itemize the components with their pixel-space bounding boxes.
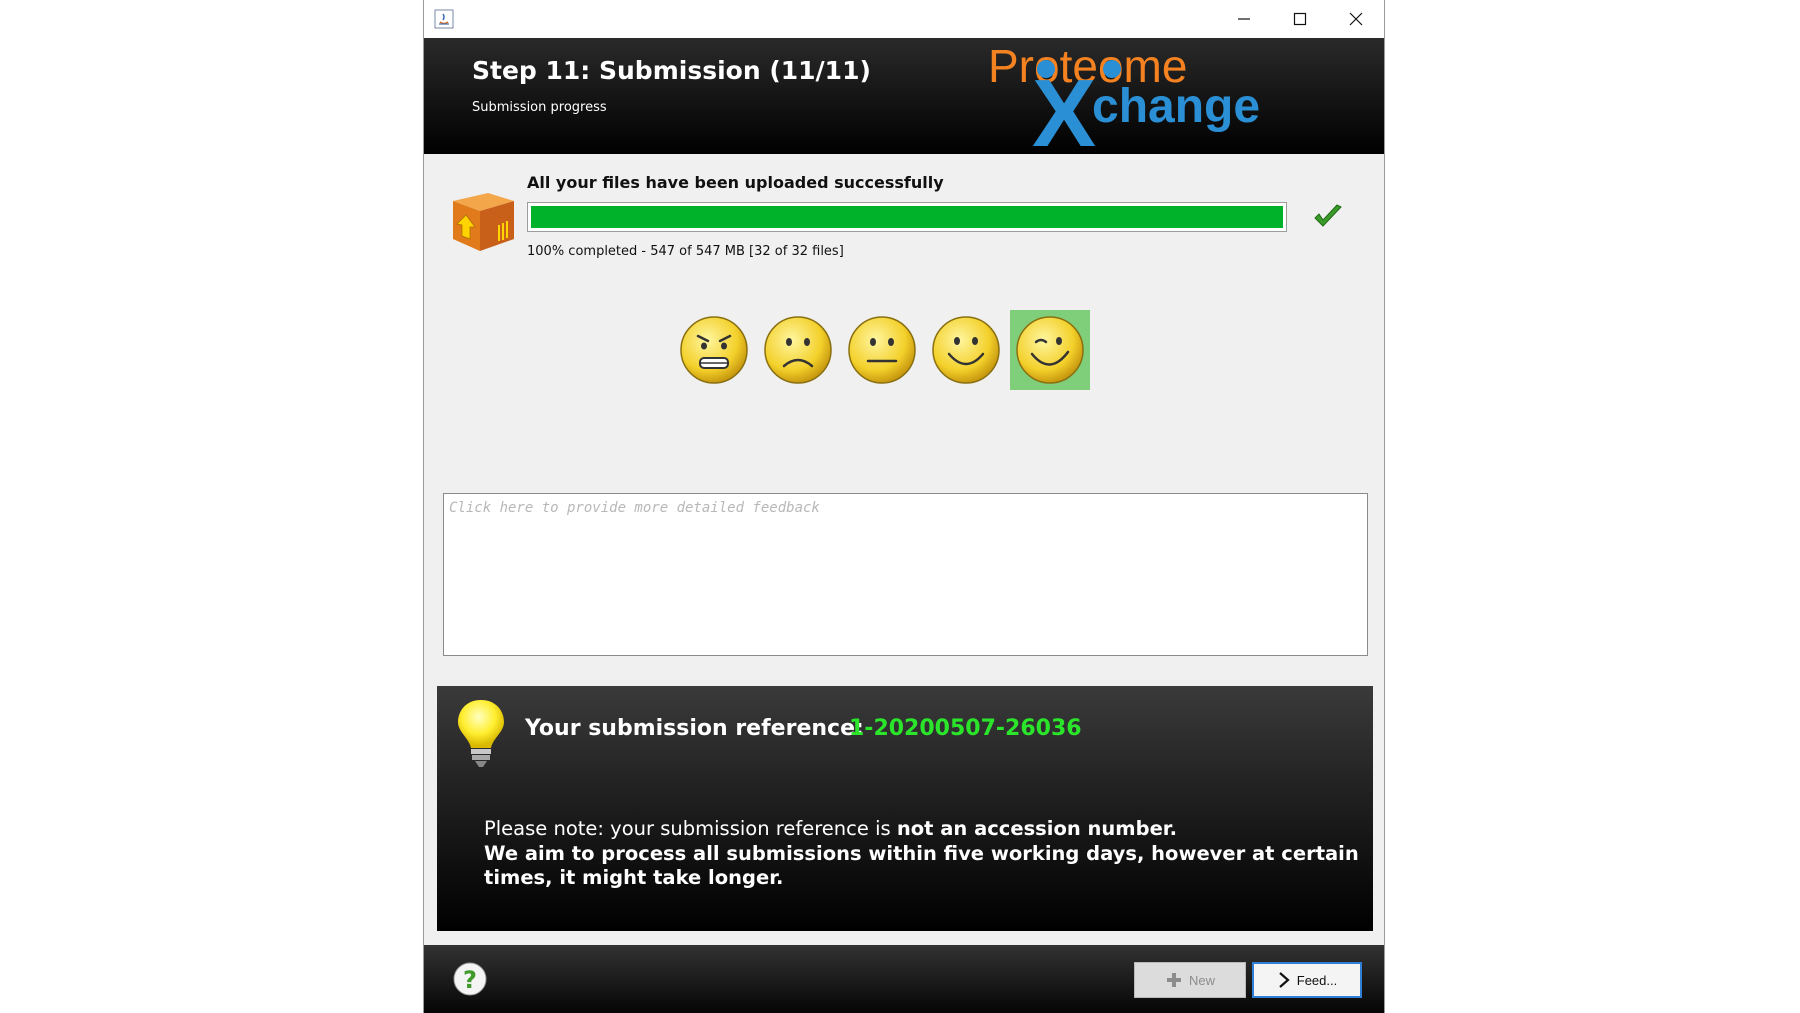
submission-reference-panel: Your submission reference: 1-20200507-26… xyxy=(437,686,1373,931)
wink-face-icon xyxy=(1016,316,1084,384)
rating-very-happy[interactable] xyxy=(1010,310,1090,390)
svg-text:?: ? xyxy=(463,966,477,994)
chevron-right-icon xyxy=(1279,972,1290,988)
checkmark-icon xyxy=(1314,204,1342,227)
rating-very-unhappy[interactable] xyxy=(674,310,754,390)
note-text: Please note: your submission reference i… xyxy=(484,817,897,840)
worried-face-icon xyxy=(680,316,748,384)
submission-note: Please note: your submission reference i… xyxy=(484,817,1369,891)
satisfaction-rating xyxy=(674,310,1094,390)
feed-button-label: Feed... xyxy=(1296,972,1338,988)
rating-neutral[interactable] xyxy=(842,310,922,390)
page-subtitle: Submission progress xyxy=(472,100,607,115)
note-processing-time: We aim to process all submissions within… xyxy=(484,841,1359,890)
plus-icon xyxy=(1166,973,1181,987)
submission-reference-value: 1-20200507-26036 xyxy=(849,716,1082,741)
neutral-face-icon xyxy=(848,316,916,384)
upload-box-icon xyxy=(453,193,514,251)
wizard-header: Step 11: Submission (11/11) Submission p… xyxy=(424,38,1384,154)
feed-button[interactable]: Feed... xyxy=(1252,962,1362,998)
minimize-button[interactable] xyxy=(1216,0,1272,38)
close-button[interactable] xyxy=(1328,0,1384,38)
feedback-textarea[interactable] xyxy=(443,493,1368,656)
smile-face-icon xyxy=(932,316,1000,384)
new-button-label: New xyxy=(1188,972,1215,988)
note-emphasis: not an accession number. xyxy=(896,817,1178,840)
maximize-icon xyxy=(1293,12,1307,26)
rating-unhappy[interactable] xyxy=(758,310,838,390)
java-app-icon xyxy=(434,9,454,29)
help-icon[interactable]: ? xyxy=(453,962,487,996)
submission-reference-label: Your submission reference: xyxy=(525,716,864,741)
lightbulb-icon xyxy=(458,700,504,767)
maximize-button[interactable] xyxy=(1272,0,1328,38)
upload-progress-detail: 100% completed - 547 of 547 MB [32 of 32… xyxy=(527,244,844,259)
new-button[interactable]: New xyxy=(1134,962,1246,998)
upload-status-text: All your files have been uploaded succes… xyxy=(527,173,944,192)
page-title: Step 11: Submission (11/11) xyxy=(472,56,871,85)
svg-text:change: change xyxy=(1092,80,1260,133)
close-icon xyxy=(1349,12,1363,26)
title-bar xyxy=(424,0,1384,38)
upload-progress-bar xyxy=(527,202,1287,232)
upload-progress-fill xyxy=(531,206,1283,228)
sad-face-icon xyxy=(764,316,832,384)
proteomexchange-logo: Proteome X change xyxy=(988,42,1260,152)
wizard-footer: ? New Feed... xyxy=(424,945,1384,1013)
svg-text:X: X xyxy=(1032,60,1096,152)
app-window: Step 11: Submission (11/11) Submission p… xyxy=(423,0,1385,1013)
rating-happy[interactable] xyxy=(926,310,1006,390)
minimize-icon xyxy=(1238,18,1250,20)
